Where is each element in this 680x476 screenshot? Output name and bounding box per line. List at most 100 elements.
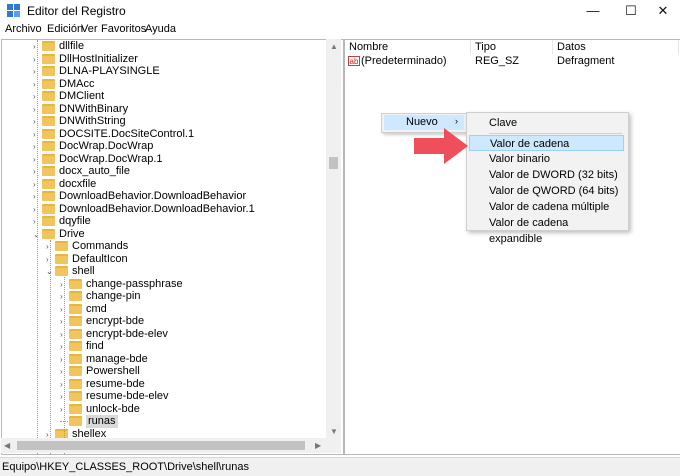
tree-node-label: DNWithString [59,115,126,127]
menu-item-valor-dword[interactable]: Valor de DWORD (32 bits) [469,167,624,183]
menu-item-clave[interactable]: Clave [469,115,624,131]
key-tree[interactable]: › dllfile › DllHostInitializer › DLNA-PLAYSIN… [1,39,344,455]
tree-node-label: dqyfile [59,215,91,227]
folder-icon [55,266,68,276]
folder-icon [42,66,55,76]
tree-node[interactable]: › docx_auto_file [2,165,327,178]
tree-node-label: resume-bde [86,377,145,390]
menu-item-valor-cadena-expandible[interactable]: Valor de cadena expandible [469,215,624,245]
folder-icon [69,391,82,401]
folder-icon [42,103,55,114]
folder-icon [42,53,55,64]
tree-node[interactable]: › DNWithBinary [2,103,327,116]
column-header-datos[interactable]: Datos [553,40,679,54]
close-button[interactable]: ✕ [646,0,680,22]
menu-item-valor-de-cadena[interactable]: Valor de cadena [469,135,624,151]
tree-node[interactable]: › DOCSITE.DocSiteControl.1 [2,128,327,141]
scroll-up-icon[interactable]: ▲ [330,42,338,51]
menu-archivo[interactable]: Archivo [5,23,42,35]
minimize-button[interactable]: — [576,0,610,22]
tree-node-label: find [86,340,104,352]
window-title: Editor del Registro [27,4,126,18]
tree-node[interactable]: ⌄ Drive [2,228,327,241]
folder-icon [42,178,55,189]
values-list[interactable]: Nombre Tipo Datos ab (Predeterminado) RE… [344,39,680,455]
folder-icon [69,353,82,364]
title-bar: Editor del Registro — ☐ ✕ [0,0,680,23]
folder-icon [42,228,55,239]
tree-node-label: resume-bde-elev [86,390,169,402]
menu-edicion[interactable]: Edición [47,23,83,35]
tree-node[interactable]: › DMAcc [2,78,327,91]
tree-horizontal-scrollbar[interactable]: ◀ ▶ [1,438,326,453]
tree-vertical-scrollbar[interactable]: ▲ ▼ [326,39,341,453]
tree-node[interactable]: › DNWithString [2,115,327,128]
value-type: REG_SZ [475,55,520,67]
menu-ayuda[interactable]: Ayuda [145,23,176,35]
menu-item-valor-binario[interactable]: Valor binario [469,151,624,167]
folder-icon [69,341,82,351]
column-header-nombre[interactable]: Nombre [345,40,471,54]
tree-node-label: Powershell [86,365,140,377]
folder-icon [42,153,55,164]
menu-favoritos[interactable]: Favoritos [101,23,146,35]
tree-node[interactable]: › dllfile [2,40,327,53]
tree-node[interactable]: › DocWrap.DocWrap [2,140,327,153]
scroll-right-icon[interactable]: ▶ [315,441,321,450]
tree-node[interactable]: › DownloadBehavior.DownloadBehavior.1 [2,203,327,216]
scroll-down-icon[interactable]: ▼ [330,427,338,436]
status-bar: Equipo\HKEY_CLASSES_ROOT\Drive\shell\run… [0,457,680,476]
tree-node-label: DefaultIcon [72,252,128,265]
tree-node[interactable]: › docxfile [2,178,327,191]
menu-item-valor-cadena-multiple[interactable]: Valor de cadena múltiple [469,199,624,215]
nuevo-submenu: Clave Valor de cadena Valor binario Valo… [466,112,629,245]
tree-node[interactable]: › DMClient [2,90,327,103]
tree-node-label: DOCSITE.DocSiteControl.1 [59,127,195,140]
menu-bar: Archivo Edición Ver Favoritos Ayuda [0,22,680,38]
folder-icon [42,128,55,139]
scroll-thumb[interactable] [329,157,338,169]
tree-node-label: cmd [86,302,107,315]
tree-node[interactable]: › DocWrap.DocWrap.1 [2,153,327,166]
tree-node[interactable]: › DllHostInitializer [2,53,327,66]
column-header-tipo[interactable]: Tipo [471,40,553,54]
tree-node-label: shell [72,265,95,277]
tree-node-label: DocWrap.DocWrap [59,140,154,152]
nuevo-label: Nuevo [406,116,438,128]
tree-node-label: unlock-bde [86,402,140,415]
folder-icon [69,416,82,426]
tree-node-label: docxfile [59,177,97,190]
tree-node-label: DocWrap.DocWrap.1 [59,152,163,165]
tree-guide-line [37,40,38,454]
hscroll-thumb[interactable] [17,441,305,450]
folder-icon [69,278,82,289]
tree-node[interactable]: › DownloadBehavior.DownloadBehavior [2,190,327,203]
folder-icon [69,303,82,314]
value-name: (Predeterminado) [361,55,447,67]
string-value-icon: ab [348,56,360,66]
folder-icon [69,316,82,326]
tree-node[interactable]: › dqyfile [2,215,327,228]
menu-separator [489,133,622,134]
pointer-arrow-icon [414,128,468,164]
tree-node-label: DNWithBinary [59,102,129,115]
folder-icon [42,191,55,201]
tree-node-label: DMClient [59,90,105,102]
value-data: Defragment [557,55,615,67]
tree-node-label: DMAcc [59,77,95,90]
value-row[interactable]: ab (Predeterminado) REG_SZ Defragment [345,55,678,68]
folder-icon [42,141,55,151]
tree-node[interactable]: › DLNA-PLAYSINGLE [2,65,327,78]
folder-icon [42,116,55,126]
maximize-button[interactable]: ☐ [614,0,648,22]
tree-node-label: dllfile [59,40,85,52]
scroll-left-icon[interactable]: ◀ [4,441,10,450]
folder-icon [42,203,55,214]
tree-node-label: docx_auto_file [59,165,130,177]
tree-node-label: change-passphrase [86,277,183,290]
folder-icon [42,91,55,101]
folder-icon [42,216,55,226]
folder-icon [69,378,82,389]
menu-item-valor-qword[interactable]: Valor de QWORD (64 bits) [469,183,624,199]
menu-ver[interactable]: Ver [81,23,98,35]
